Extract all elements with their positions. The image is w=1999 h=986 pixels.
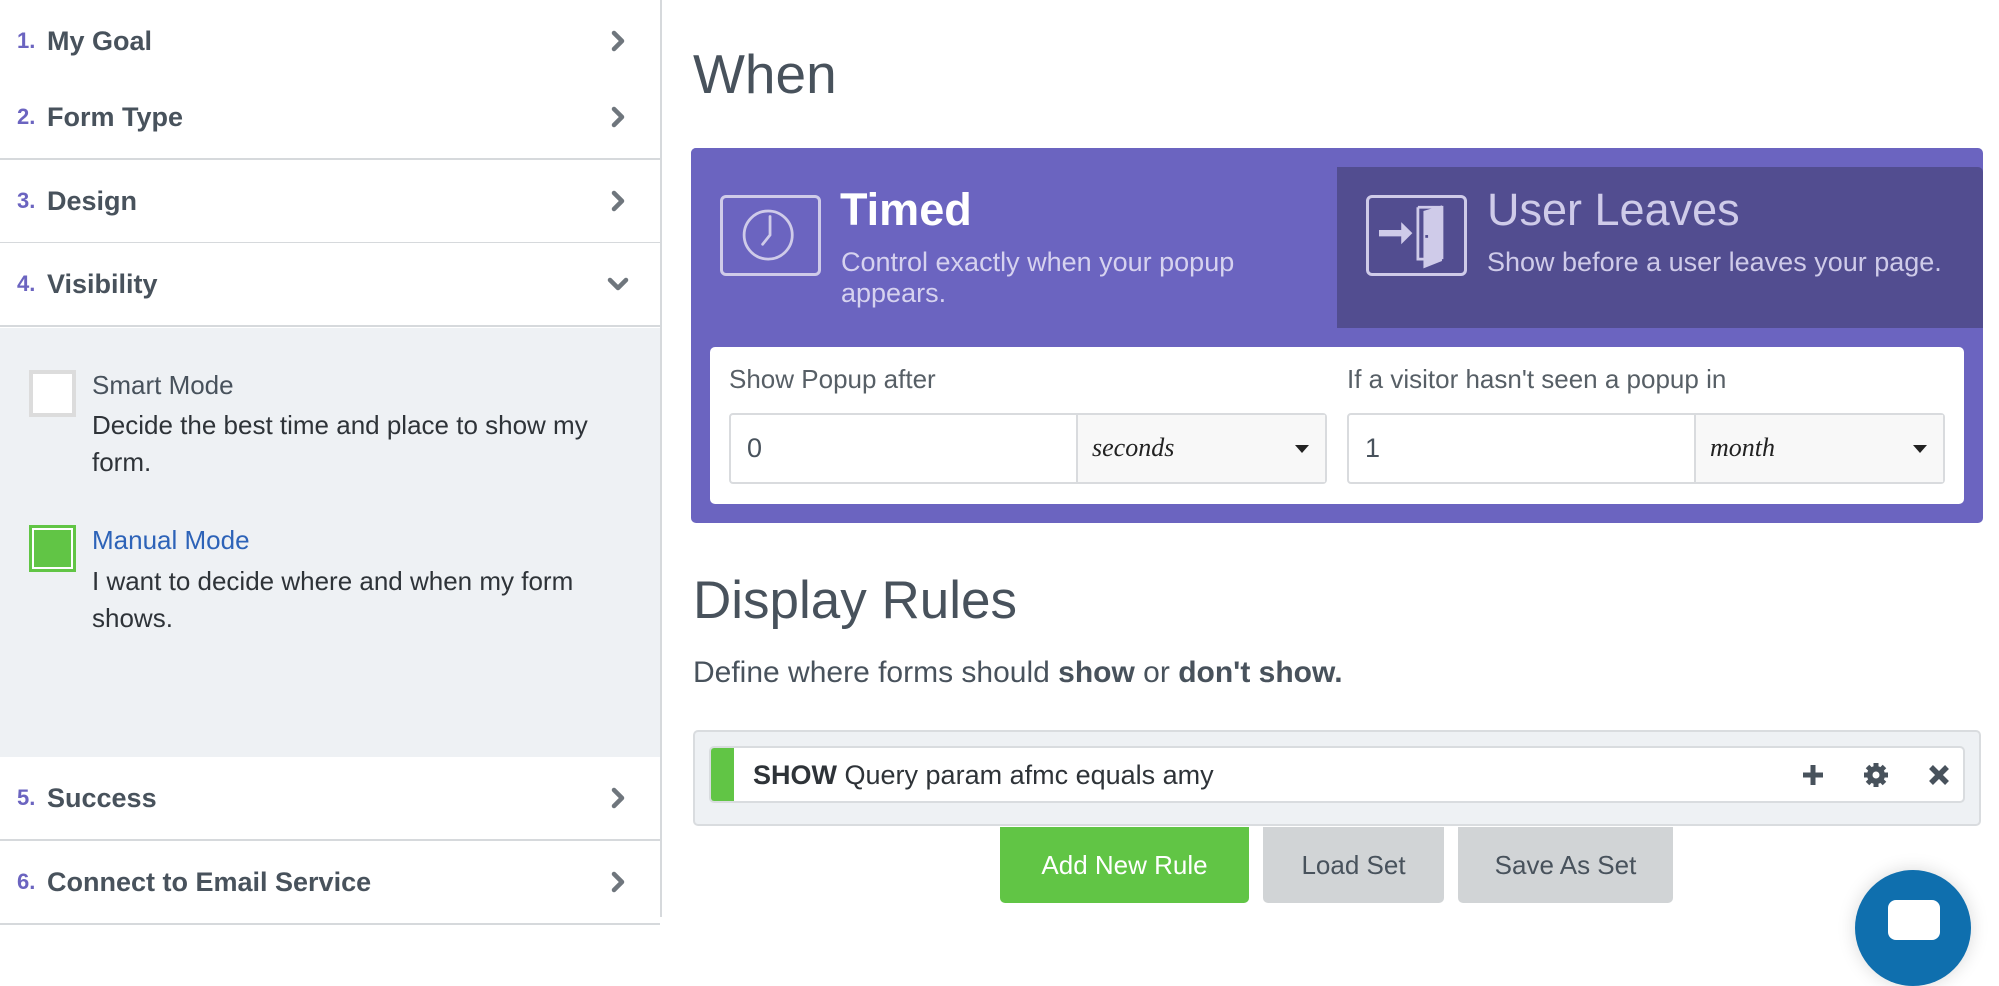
step-visibility[interactable]: 4. Visibility [0,243,660,327]
chevron-right-icon [611,190,625,212]
step-label: My Goal [47,26,153,56]
subtitle-dont-show: don't show. [1178,656,1343,689]
rule-row[interactable]: SHOW Query param afmc equals amy [709,746,1965,803]
rule-action: SHOW [753,760,837,790]
step-label: Design [47,186,138,216]
step-my-goal[interactable]: 1. My Goal [0,0,660,84]
not-seen-label: If a visitor hasn't seen a popup in [1347,364,1727,394]
tab-timed[interactable]: Timed Control exactly when your popup ap… [691,148,1337,328]
subtitle-show: show [1058,656,1135,689]
tab-timed-description: Control exactly when your popup appears. [841,247,1235,308]
close-icon[interactable] [1924,760,1954,790]
subtitle-text: Define where forms should [693,656,1059,689]
show-after-input[interactable] [731,415,1078,482]
plus-icon[interactable] [1798,760,1828,790]
selected-unit: seconds [1092,433,1175,462]
caret-down-icon [1295,445,1309,453]
tab-user-leaves[interactable]: User Leaves Show before a user leaves yo… [1337,167,1983,328]
step-number: 5. [17,785,36,810]
chevron-right-icon [611,787,625,809]
subtitle-text: or [1134,656,1179,689]
step-success[interactable]: 5. Success [0,757,660,841]
rule-status-bar [711,748,734,801]
exit-door-icon [1366,195,1467,276]
chevron-right-icon [611,106,625,128]
step-number: 3. [17,188,36,213]
selected-unit: month [1710,433,1775,462]
tab-timed-title: Timed [840,184,972,235]
step-label: Visibility [47,269,158,299]
step-connect-email[interactable]: 6. Connect to Email Service [0,841,660,925]
step-label: Connect to Email Service [47,867,372,897]
smart-mode-checkbox[interactable] [29,370,76,417]
step-number: 6. [17,869,36,894]
gear-icon[interactable] [1861,760,1891,790]
clock-icon [720,195,821,276]
step-number: 2. [17,104,36,129]
chevron-right-icon [611,871,625,893]
load-set-button[interactable]: Load Set [1263,827,1444,903]
tab-user-leaves-description: Show before a user leaves your page. [1487,247,1942,277]
tab-user-leaves-title: User Leaves [1487,184,1740,235]
show-after-label: Show Popup after [729,364,936,394]
display-rules-subtitle: Define where forms should show or don't … [693,656,1343,690]
caret-down-icon [1913,445,1927,453]
step-number: 4. [17,271,36,296]
rule-condition: Query param afmc equals amy [844,760,1214,790]
rule-text: SHOW Query param afmc equals amy [753,760,1214,791]
timed-settings-card: Show Popup after seconds If a visitor ha… [710,347,1964,504]
chat-widget-button[interactable] [1855,870,1971,986]
chat-icon [1888,900,1940,940]
show-after-unit-select[interactable]: seconds [1078,415,1325,482]
step-label: Form Type [47,102,184,132]
manual-mode-description: I want to decide where and when my form … [92,566,574,633]
step-number: 1. [17,28,36,53]
visibility-panel: Smart Mode Decide the best time and plac… [0,328,660,757]
chevron-down-icon [607,277,629,291]
step-label: Success [47,783,157,813]
step-design[interactable]: 3. Design [0,160,660,244]
save-as-set-button[interactable]: Save As Set [1458,827,1673,903]
when-heading: When [693,43,837,105]
not-seen-unit-select[interactable]: month [1696,415,1943,482]
smart-mode-description: Decide the best time and place to show m… [92,410,588,477]
show-after-group: seconds [729,413,1327,484]
display-rules-heading: Display Rules [693,571,1018,630]
not-seen-input[interactable] [1349,415,1696,482]
add-new-rule-button[interactable]: Add New Rule [1000,827,1249,903]
chevron-right-icon [611,30,625,52]
step-form-type[interactable]: 2. Form Type [0,76,660,160]
wizard-sidebar: 1. My Goal 2. Form Type 3. Design 4. Vis… [0,0,662,925]
not-seen-group: month [1347,413,1945,484]
smart-mode-title: Smart Mode [92,370,234,400]
manual-mode-checkbox[interactable] [29,525,76,572]
manual-mode-title[interactable]: Manual Mode [92,525,250,556]
